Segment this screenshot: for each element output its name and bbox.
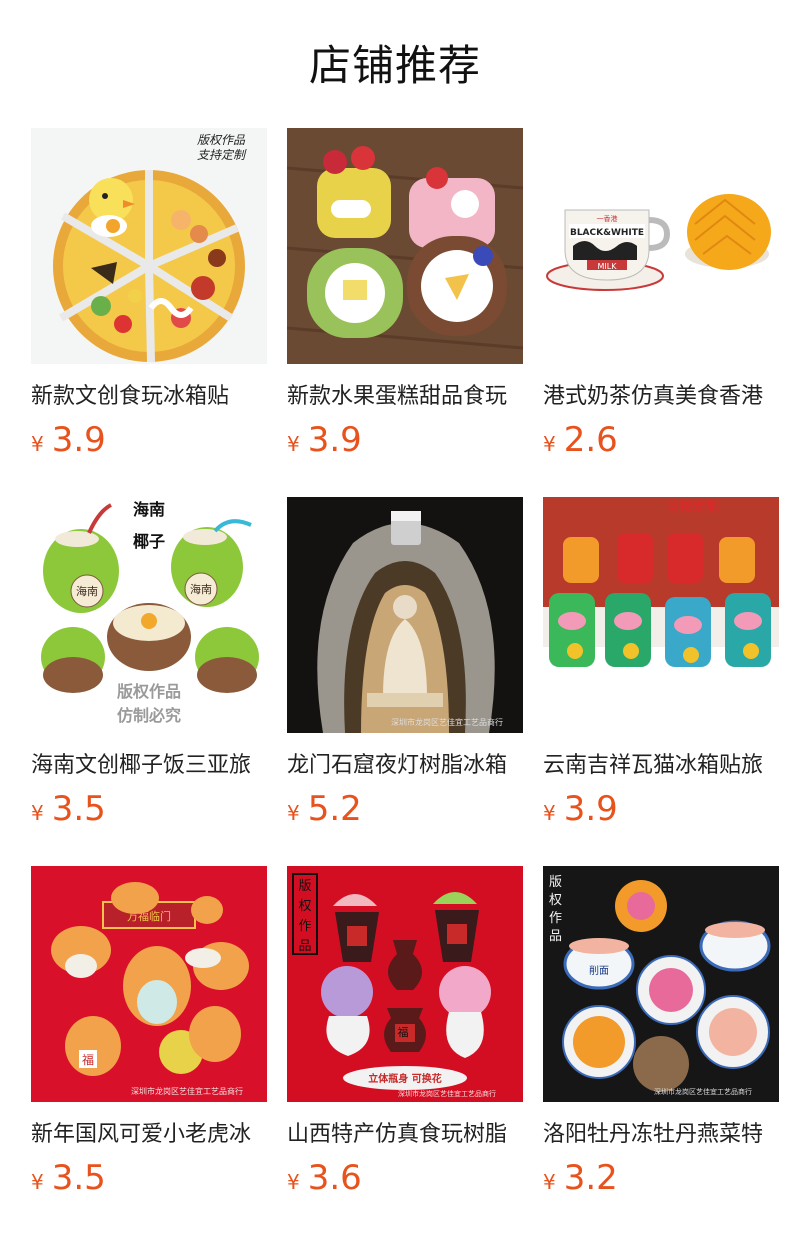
product-name[interactable]: 新款水果蛋糕甜品食玩 [287, 382, 523, 412]
product-name[interactable]: 洛阳牡丹冻牡丹燕菜特 [543, 1120, 779, 1150]
product-price: ¥3.5 [31, 787, 267, 837]
product-price: ¥3.9 [31, 418, 267, 468]
product-card[interactable]: BLACK&WHITE 一香港 MILK 港式奶茶仿真美食香港 ¥2.6 [543, 128, 779, 468]
belly-text: 福 [82, 1052, 94, 1067]
product-image[interactable]: 万福临门 福 深圳市龙岗区艺佳宜工艺品商行 [31, 866, 267, 1102]
product-card[interactable]: 版 权 作 品 削面 深圳市龙岗区艺佳宜工艺品商行 洛阳牡丹冻牡丹燕菜特 ¥3.… [543, 866, 779, 1206]
currency-symbol: ¥ [543, 1170, 556, 1194]
product-name[interactable]: 新款文创食玩冰箱贴 [31, 382, 267, 412]
svg-text:版: 版 [549, 875, 562, 890]
svg-text:版权作品: 版权作品 [197, 133, 246, 147]
product-price: ¥5.2 [287, 787, 523, 837]
svg-text:权: 权 [298, 898, 311, 914]
product-image[interactable]: 深圳市龙岗区艺佳宜工艺品商行 [287, 497, 523, 733]
product-card[interactable]: 版权作品 支持定制 新款文创食玩冰箱贴 ¥3.9 [31, 128, 267, 468]
shop-footer: 深圳市龙岗区艺佳宜工艺品商行 [654, 1087, 752, 1096]
shop-footer: 深圳市龙岗区艺佳宜工艺品商行 [391, 717, 503, 727]
product-image[interactable]: 版 权 作 品 福 立体瓶身 可换花 深圳市龙岗区艺佳宜工艺品商行 [287, 866, 523, 1102]
product-name[interactable]: 龙门石窟夜灯树脂冰箱 [287, 751, 523, 781]
currency-symbol: ¥ [31, 432, 44, 456]
svg-text:椰子: 椰子 [133, 532, 165, 551]
coconut-label: 海南 [190, 582, 212, 596]
cup-label-text: MILK [598, 262, 618, 271]
badge-text: 海南 [133, 500, 165, 519]
price-value: 3.2 [563, 1158, 618, 1198]
currency-symbol: ¥ [31, 801, 44, 825]
price-value: 5.2 [307, 789, 362, 829]
page-title: 店铺推荐 [308, 41, 481, 90]
shop-footer: 深圳市龙岗区艺佳宜工艺品商行 [131, 1086, 243, 1096]
product-image[interactable]: 可接定制 [543, 497, 779, 733]
vase-char: 福 [398, 1025, 409, 1039]
product-card[interactable]: 深圳市龙岗区艺佳宜工艺品商行 龙门石窟夜灯树脂冰箱 ¥5.2 [287, 497, 523, 837]
product-card[interactable]: 万福临门 福 深圳市龙岗区艺佳宜工艺品商行 新年国风可爱小老虎冰 ¥3.5 [31, 866, 267, 1206]
currency-symbol: ¥ [287, 432, 300, 456]
currency-symbol: ¥ [287, 801, 300, 825]
svg-text:版权作品: 版权作品 [116, 682, 181, 701]
product-name[interactable]: 海南文创椰子饭三亚旅 [31, 751, 267, 781]
cup-brand-text: 一香港 [597, 214, 618, 223]
product-card[interactable]: 可接定制 云南吉祥瓦猫冰箱贴旅 ¥3.9 [543, 497, 779, 837]
currency-symbol: ¥ [543, 432, 556, 456]
product-price: ¥3.5 [31, 1156, 267, 1206]
price-value: 3.5 [51, 1158, 106, 1198]
cup-brand-text: BLACK&WHITE [570, 228, 644, 238]
price-value: 3.9 [51, 420, 106, 460]
product-price: ¥3.9 [543, 787, 779, 837]
product-name[interactable]: 山西特产仿真食玩树脂 [287, 1120, 523, 1150]
caption-text: 立体瓶身 可换花 [368, 1072, 441, 1085]
price-value: 3.9 [563, 789, 618, 829]
product-name[interactable]: 新年国风可爱小老虎冰 [31, 1120, 267, 1150]
bowl-text: 削面 [589, 964, 609, 977]
svg-text:品: 品 [298, 939, 311, 954]
currency-symbol: ¥ [287, 1170, 300, 1194]
svg-text:作: 作 [298, 919, 311, 934]
svg-text:权: 权 [549, 892, 562, 908]
product-image[interactable]: 版权作品 支持定制 [31, 128, 267, 364]
product-name[interactable]: 港式奶茶仿真美食香港 [543, 382, 779, 412]
svg-text:仿制必究: 仿制必究 [117, 706, 181, 725]
badge-text: 可接定制 [667, 499, 719, 515]
product-price: ¥3.9 [287, 418, 523, 468]
svg-text:作: 作 [549, 911, 562, 926]
price-value: 3.5 [51, 789, 106, 829]
price-value: 3.9 [307, 420, 362, 460]
currency-symbol: ¥ [31, 1170, 44, 1194]
svg-text:支持定制: 支持定制 [197, 148, 247, 162]
product-image[interactable]: 版 权 作 品 削面 深圳市龙岗区艺佳宜工艺品商行 [543, 866, 779, 1102]
svg-text:版: 版 [298, 879, 311, 894]
product-image[interactable]: BLACK&WHITE 一香港 MILK [543, 128, 779, 364]
shop-footer: 深圳市龙岗区艺佳宜工艺品商行 [398, 1089, 496, 1098]
svg-text:品: 品 [549, 929, 562, 944]
currency-symbol: ¥ [543, 801, 556, 825]
price-value: 2.6 [563, 420, 618, 460]
product-image[interactable] [287, 128, 523, 364]
product-card[interactable]: 新款水果蛋糕甜品食玩 ¥3.9 [287, 128, 523, 468]
product-price: ¥3.6 [287, 1156, 523, 1206]
product-image[interactable]: 海南 椰子 海南 海南 版权作品 仿制必究 [31, 497, 267, 733]
product-price: ¥3.2 [543, 1156, 779, 1206]
product-card[interactable]: 版 权 作 品 福 立体瓶身 可换花 深圳市龙岗区艺佳宜工艺品商行 山西特产仿真… [287, 866, 523, 1206]
product-name[interactable]: 云南吉祥瓦猫冰箱贴旅 [543, 751, 779, 781]
coconut-label: 海南 [76, 584, 98, 598]
price-value: 3.6 [307, 1158, 362, 1198]
product-card[interactable]: 海南 椰子 海南 海南 版权作品 仿制必究 海南文创椰子饭三亚旅 ¥3.5 [31, 497, 267, 837]
product-price: ¥2.6 [543, 418, 779, 468]
